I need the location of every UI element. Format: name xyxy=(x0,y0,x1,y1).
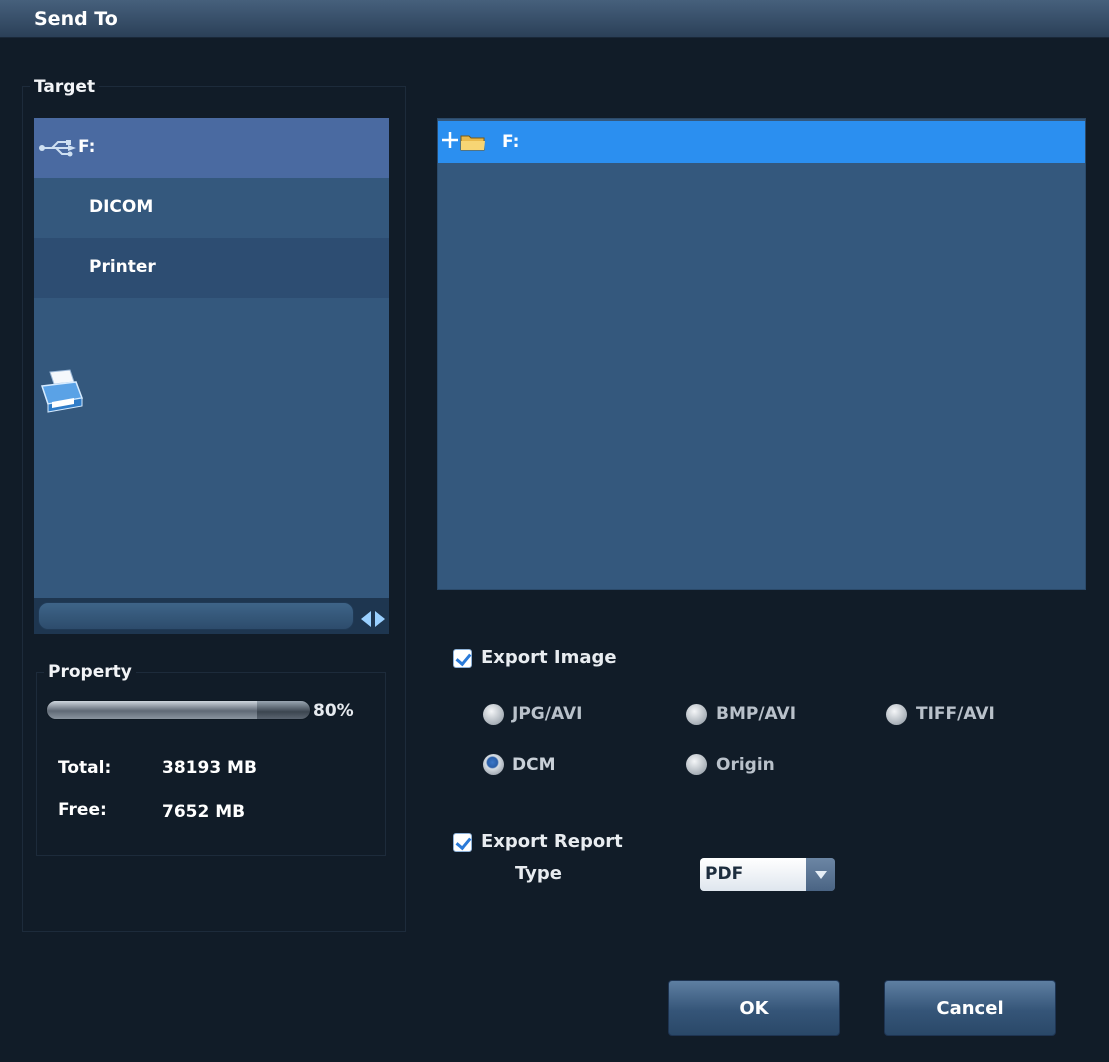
export-image-checkbox[interactable] xyxy=(453,649,472,668)
format-tiff-avi-label: TIFF/AVI xyxy=(916,704,995,724)
printer-icon xyxy=(40,369,84,413)
folder-icon xyxy=(460,135,485,151)
export-report-label: Export Report xyxy=(481,831,623,852)
scrollbar-arrows xyxy=(359,602,387,630)
target-group-label: Target xyxy=(30,77,100,97)
format-tiff-avi-radio[interactable] xyxy=(886,704,907,725)
format-bmp-avi-label: BMP/AVI xyxy=(716,704,797,724)
total-value: 38193 MB xyxy=(162,758,257,778)
disk-usage-bar xyxy=(46,700,311,720)
target-item-label: F: xyxy=(78,137,96,157)
total-label: Total: xyxy=(58,758,112,778)
scroll-right-icon[interactable] xyxy=(375,611,385,627)
format-origin-label: Origin xyxy=(716,755,775,775)
format-origin-radio[interactable] xyxy=(686,754,707,775)
folder-tree[interactable]: F: xyxy=(437,118,1086,590)
scroll-left-icon[interactable] xyxy=(361,611,371,627)
export-image-label: Export Image xyxy=(481,647,617,668)
format-dcm-label: DCM xyxy=(512,755,556,775)
cancel-button[interactable]: Cancel xyxy=(884,980,1056,1036)
target-list[interactable]: F: DICOM Printer xyxy=(34,118,389,598)
format-jpg-avi-label: JPG/AVI xyxy=(512,704,583,724)
chevron-down-icon[interactable] xyxy=(806,858,835,891)
report-type-select[interactable]: PDF xyxy=(700,858,835,891)
usb-drive-icon xyxy=(39,140,76,157)
scrollbar-track[interactable] xyxy=(38,602,354,630)
target-item-f-drive[interactable]: F: xyxy=(34,118,389,178)
window-title: Send To xyxy=(34,8,118,30)
format-dcm-radio[interactable] xyxy=(483,754,504,775)
target-item-label: DICOM xyxy=(89,197,154,217)
free-label: Free: xyxy=(58,800,107,820)
ok-button[interactable]: OK xyxy=(668,980,840,1036)
export-report-checkbox[interactable] xyxy=(453,833,472,852)
target-item-printer[interactable]: Printer xyxy=(34,238,389,413)
tree-expander-plus-icon[interactable] xyxy=(441,131,459,149)
property-group-label: Property xyxy=(44,662,136,682)
tree-node-f-drive[interactable]: F: xyxy=(438,121,1085,163)
title-bar: Send To xyxy=(0,0,1109,38)
report-type-label: Type xyxy=(515,863,562,884)
format-jpg-avi-radio[interactable] xyxy=(483,704,504,725)
target-item-label: Printer xyxy=(89,257,156,277)
target-list-scrollbar[interactable] xyxy=(34,598,389,634)
free-value: 7652 MB xyxy=(162,802,246,822)
disk-usage-fill xyxy=(47,701,258,719)
tree-node-label: F: xyxy=(502,132,520,152)
disk-usage-percent: 80% xyxy=(313,701,354,721)
target-item-dicom[interactable]: DICOM xyxy=(34,178,389,297)
format-bmp-avi-radio[interactable] xyxy=(686,704,707,725)
report-type-value[interactable]: PDF xyxy=(700,858,806,891)
